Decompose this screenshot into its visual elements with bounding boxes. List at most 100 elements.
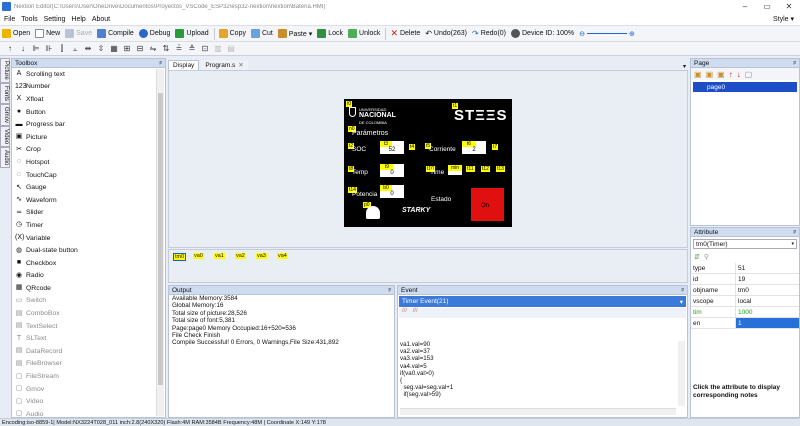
- toolbox-item[interactable]: A Scrolling text: [12, 68, 165, 81]
- toolbox-item[interactable]: ■ Checkbox: [12, 257, 165, 270]
- object-va4[interactable]: va4: [277, 253, 288, 259]
- attribute-row[interactable]: tim 1000: [691, 307, 799, 318]
- toolbox-item[interactable]: (X) Variable: [12, 232, 165, 245]
- upload-button[interactable]: Upload: [175, 29, 209, 38]
- toolbox-item[interactable]: ◍ Dual-state button: [12, 244, 165, 257]
- tab-picture[interactable]: Picture: [0, 58, 10, 83]
- close-button[interactable]: ✕: [778, 2, 800, 11]
- toolbox-item[interactable]: ▦ QRcode: [12, 282, 165, 295]
- value-time[interactable]: min: [448, 165, 462, 175]
- inc-space-icon[interactable]: ≟: [173, 44, 185, 53]
- pin-icon[interactable]: ᵖ: [794, 60, 796, 67]
- toolbox-item[interactable]: ◌ TouchCap: [12, 169, 165, 182]
- toolbox-item[interactable]: ▬ Progress bar: [12, 118, 165, 131]
- pin-icon[interactable]: ᵖ: [682, 287, 684, 294]
- component-tag[interactable]: t13: [496, 166, 505, 172]
- style-menu[interactable]: Style ▾: [773, 15, 794, 23]
- menu-tools[interactable]: Tools: [21, 16, 37, 23]
- scrollbar-thumb[interactable]: [158, 93, 163, 385]
- vspace-icon[interactable]: ⇅: [160, 44, 172, 53]
- center-h-icon[interactable]: ⫿: [56, 44, 68, 54]
- pin-icon[interactable]: ᵖ: [794, 229, 796, 236]
- tab-audio[interactable]: Audio: [0, 146, 10, 169]
- event-code-editor[interactable]: va1.val=90 va2.val=37 va3.val=153 va4.va…: [400, 341, 675, 399]
- attribute-value[interactable]: 1000: [736, 307, 799, 317]
- component-tag[interactable]: t11: [466, 166, 475, 172]
- toolbox-item[interactable]: ▢ FileStream: [12, 370, 165, 383]
- tab-program[interactable]: Program.s ✕: [201, 60, 248, 70]
- dec-space-icon[interactable]: ≙: [186, 44, 198, 53]
- center-icon[interactable]: ⊡: [199, 44, 211, 53]
- attribute-value[interactable]: 51: [736, 263, 799, 273]
- component-tag[interactable]: t4: [409, 144, 416, 150]
- toolbox-scrollbar[interactable]: [156, 69, 164, 416]
- toolbox-item[interactable]: T SLText: [12, 332, 165, 345]
- component-tag[interactable]: t12: [481, 166, 490, 172]
- value-corriente[interactable]: t6 2: [462, 141, 486, 154]
- bring-front-icon[interactable]: ▥: [212, 44, 224, 53]
- add-page-icon[interactable]: ▣: [694, 70, 702, 79]
- same-width-icon[interactable]: ⊞: [121, 44, 133, 53]
- insert-page-icon[interactable]: ▣: [717, 70, 725, 79]
- toolbox-item[interactable]: ▤ TextSelect: [12, 320, 165, 333]
- sort-icon[interactable]: ⇵: [694, 253, 700, 261]
- toolbox-item[interactable]: ◌ Hotspot: [12, 156, 165, 169]
- hmi-screen[interactable]: t0 UNIVERSIDAD NACIONAL DE COLOMBIA t1 S…: [344, 99, 512, 227]
- zoom-slider[interactable]: ⊖ ⊕: [579, 30, 635, 38]
- attribute-row[interactable]: id 19: [691, 274, 799, 285]
- grid-icon[interactable]: ▦: [108, 44, 120, 53]
- toolbox-item[interactable]: ↖ Gauge: [12, 181, 165, 194]
- toolbox-item[interactable]: ▭ Switch: [12, 295, 165, 308]
- toolbox-item[interactable]: ≂ Slider: [12, 207, 165, 220]
- value-potencia[interactable]: b0 0: [380, 185, 404, 198]
- toolbox-item[interactable]: X Xfloat: [12, 93, 165, 106]
- toolbox-item[interactable]: ▢ Video: [12, 395, 165, 408]
- menu-about[interactable]: About: [92, 16, 110, 23]
- hspace-icon[interactable]: ⇋: [147, 44, 159, 53]
- compile-button[interactable]: Compile: [97, 29, 134, 38]
- toolbox-item[interactable]: ▣ Picture: [12, 131, 165, 144]
- pin-icon[interactable]: ᵖ: [389, 287, 391, 294]
- delete-button[interactable]: ✕ Delete: [390, 28, 420, 39]
- code-horizontal-scrollbar[interactable]: [400, 408, 676, 415]
- menu-file[interactable]: File: [4, 16, 15, 23]
- lock-button[interactable]: Lock: [317, 29, 343, 38]
- new-button[interactable]: New: [35, 29, 60, 38]
- toolbox-item[interactable]: ▤ DataRecord: [12, 345, 165, 358]
- copy-page-icon[interactable]: ▢: [745, 70, 753, 79]
- menu-setting[interactable]: Setting: [44, 16, 66, 23]
- tab-fonts[interactable]: Fonts: [0, 82, 10, 104]
- same-height-icon[interactable]: ⊟: [134, 44, 146, 53]
- code-vertical-scrollbar[interactable]: [678, 341, 685, 406]
- toolbox-item[interactable]: ● Button: [12, 106, 165, 119]
- attribute-value[interactable]: 19: [736, 274, 799, 284]
- value-temp[interactable]: t9 0: [380, 164, 404, 177]
- open-button[interactable]: Open: [2, 29, 30, 38]
- object-va3[interactable]: va3: [256, 253, 267, 259]
- paste-button[interactable]: Paste ▾: [277, 29, 312, 38]
- pin-icon[interactable]: ᵖ: [160, 60, 162, 67]
- page-item-page0[interactable]: page0: [693, 82, 797, 92]
- filter-icon[interactable]: ⚲: [704, 253, 709, 261]
- device-id-zoom[interactable]: Device ID: 100%: [511, 29, 574, 38]
- attribute-row[interactable]: vscope local: [691, 296, 799, 307]
- toolbox-item[interactable]: ▤ ComboBox: [12, 307, 165, 320]
- tabs-dropdown-icon[interactable]: ▾: [683, 63, 686, 70]
- event-selector[interactable]: Timer Event(21) ▾: [399, 296, 686, 307]
- object-va2[interactable]: va2: [235, 253, 246, 259]
- toolbox-item[interactable]: ▢ Gmov: [12, 383, 165, 396]
- align-bottom-icon[interactable]: ↓: [17, 44, 29, 53]
- attribute-value[interactable]: local: [736, 296, 799, 306]
- same-size-icon[interactable]: ⇳: [95, 44, 107, 53]
- uncomment-icon[interactable]: ///: [413, 308, 418, 314]
- toolbox-item[interactable]: ✂ Crop: [12, 144, 165, 157]
- menu-help[interactable]: Help: [71, 16, 85, 23]
- align-top-icon[interactable]: ↑: [4, 44, 16, 53]
- object-va1[interactable]: va1: [214, 253, 225, 259]
- toolbox-item[interactable]: ∿ Waveform: [12, 194, 165, 207]
- align-left-icon[interactable]: ⊫: [30, 44, 42, 53]
- tab-display[interactable]: Display: [168, 60, 200, 70]
- object-tm0[interactable]: tm0: [173, 253, 187, 261]
- toolbox-item[interactable]: 123 Number: [12, 81, 165, 94]
- attribute-value[interactable]: tm0: [736, 285, 799, 295]
